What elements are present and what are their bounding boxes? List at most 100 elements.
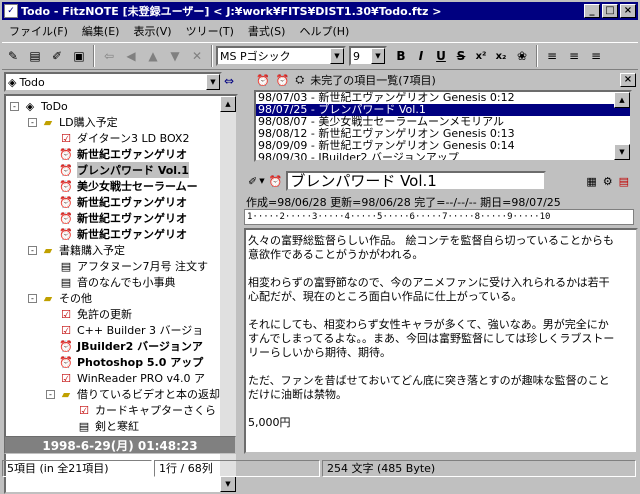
color-icon[interactable]: ❀	[511, 45, 533, 67]
scroll-up-button[interactable]: ▲	[220, 96, 236, 112]
chevron-down-icon[interactable]: ▼	[371, 48, 385, 64]
tree-item[interactable]: ⏰ 新世紀エヴァンゲリオ	[46, 226, 187, 242]
tree-item[interactable]: ⏰ 新世紀エヴァンゲリオ	[46, 146, 187, 162]
menu-file[interactable]: ファイル(F)	[2, 23, 75, 39]
ruler[interactable]: 1·····2·····3·····4·····5·····6·····7···…	[244, 209, 634, 225]
title-bar[interactable]: ✓ Todo - FitzNOTE [未登録ユーザー] < J:¥work¥FI…	[2, 2, 638, 20]
tree-item[interactable]: ▤ 音のなんでも小事典	[46, 274, 176, 290]
font-select[interactable]: MS Pゴシック ▼	[216, 46, 346, 66]
menu-format[interactable]: 書式(S)	[241, 23, 293, 39]
tree-item[interactable]: ⏰ JBuilder2 バージョンア	[46, 338, 203, 354]
alarm-icon: ⏰	[59, 355, 73, 369]
close-list-button[interactable]: ×	[620, 73, 636, 87]
tree-file-select[interactable]: ◈ Todo ▼	[4, 72, 222, 92]
tree-item[interactable]: - ▰ 書籍購入予定	[28, 242, 125, 258]
tree-item[interactable]: ▤ 剣と寒紅	[64, 418, 139, 434]
menu-edit[interactable]: 編集(E)	[75, 23, 127, 39]
alarm-icon[interactable]: ⏰	[269, 175, 283, 188]
delete-icon[interactable]: ✕	[186, 45, 208, 67]
chevron-down-icon[interactable]: ▼	[330, 48, 344, 64]
incomplete-list[interactable]: 98/07/03 - 新世紀エヴァンゲリオン Genesis 0:12 98/07…	[254, 90, 632, 162]
collapse-icon[interactable]: -	[28, 293, 37, 303]
maximize-button[interactable]: □	[602, 4, 618, 18]
close-button[interactable]: ×	[620, 4, 636, 18]
font-value: MS Pゴシック	[220, 50, 291, 63]
minimize-button[interactable]: _	[584, 4, 600, 18]
note-paragraph: それにしても、相変わらず女性キャラが多くて、強いなあ。男が完全にかすんでしまって…	[248, 318, 615, 359]
tree-scrollbar[interactable]: ▲ ▼	[220, 96, 236, 492]
strikethrough-button[interactable]: S	[451, 46, 471, 66]
alarm-icon: ⏰	[59, 211, 73, 225]
window-title: Todo - FitzNOTE [未登録ユーザー] < J:¥work¥FITS…	[21, 5, 442, 18]
settings-icon[interactable]: ⚙	[603, 175, 613, 188]
align-right-icon[interactable]: ≡	[585, 45, 607, 67]
underline-button[interactable]: U	[431, 46, 451, 66]
new-item-icon[interactable]: ✎	[2, 45, 24, 67]
tree-item[interactable]: ☑ C++ Builder 3 バージョ	[46, 322, 203, 338]
menu-tree[interactable]: ツリー(T)	[179, 23, 241, 39]
alarm-icon: ⏰	[275, 73, 290, 87]
menu-view[interactable]: 表示(V)	[126, 23, 178, 39]
chevron-down-icon[interactable]: ▼	[259, 177, 264, 185]
tree-item-label: 免許の更新	[77, 308, 132, 321]
binoculars-icon[interactable]: ⛭	[295, 73, 304, 87]
note-editor[interactable]: 久々の富野総監督らしい作品。 絵コンテを監督自ら切っていることからも意欲作である…	[244, 228, 638, 454]
scroll-up-button[interactable]: ▲	[614, 92, 630, 108]
edit-icon[interactable]: ✐	[46, 45, 68, 67]
tree-item[interactable]: ▤ アフタヌーン7月号 注文す	[46, 258, 208, 274]
tree-item-label: ダイターン3 LD BOX2	[77, 132, 190, 145]
tree-item[interactable]: - ▰ 借りているビデオと本の返却	[46, 386, 220, 402]
tree-item[interactable]: ☑ WinReader PRO v4.0 ア	[46, 370, 205, 386]
tree-item-label: 新世紀エヴァンゲリオ	[77, 228, 187, 241]
tree-item[interactable]: ⏰ 美少女戦士セーラームー	[46, 178, 198, 194]
tree-item[interactable]: ☑ カードキャプターさくら	[64, 402, 216, 418]
tree-item[interactable]: ⏰ Photoshop 5.0 アップ	[46, 354, 203, 370]
document-icon[interactable]: ▤	[619, 175, 629, 188]
scroll-down-button[interactable]: ▼	[220, 476, 236, 492]
tree-item-label: C++ Builder 3 バージョ	[77, 324, 204, 337]
tree-view[interactable]: ▲ ▼ - ◈ ToDo - ▰ LD購入予定 ☑ ダイターン3 LD BOX2 ⏰ 新世紀エヴァ…	[4, 94, 238, 494]
tree-item[interactable]: ⏰ 新世紀エヴァンゲリオ	[46, 194, 187, 210]
font-size-select[interactable]: 9 ▼	[349, 46, 387, 66]
tree-item-label: 新世紀エヴァンゲリオ	[77, 196, 187, 209]
properties-icon[interactable]: ▣	[68, 45, 90, 67]
tree-item[interactable]: - ▰ LD購入予定	[28, 114, 118, 130]
scroll-down-button[interactable]: ▼	[614, 144, 630, 160]
menu-help[interactable]: ヘルプ(H)	[292, 23, 356, 39]
arrow-down-icon[interactable]: ▼	[164, 45, 186, 67]
bold-button[interactable]: B	[391, 46, 411, 66]
tree-item[interactable]: - ▰ その他	[28, 290, 92, 306]
italic-button[interactable]: I	[411, 46, 431, 66]
move-up-icon[interactable]: ⇦	[98, 45, 120, 67]
pen-icon[interactable]: ✐	[248, 175, 257, 188]
folder-icon: ▰	[43, 291, 53, 305]
tree-item[interactable]: ☑ ダイターン3 LD BOX2	[46, 130, 189, 146]
subscript-button[interactable]: x₂	[491, 46, 511, 66]
tree-item[interactable]: ⏰ 新世紀エヴァンゲリオ	[46, 210, 187, 226]
tree-item-label: ブレンパワード Vol.1	[77, 162, 189, 178]
note-paragraph: 久々の富野総監督らしい作品。 絵コンテを監督自ら切っていることからも意欲作である…	[248, 234, 614, 261]
collapse-icon[interactable]: -	[28, 117, 37, 127]
item-title-field[interactable]: ブレンパワード Vol.1	[286, 171, 547, 191]
tree-item[interactable]: ⏰ ブレンパワード Vol.1	[46, 162, 189, 178]
collapse-icon[interactable]: -	[28, 245, 37, 255]
alarm-icon: ⏰	[59, 195, 73, 209]
list-item[interactable]: 98/09/30 - JBuilder2 バージョンアップ	[256, 152, 630, 161]
checklist-icon: ☑	[79, 403, 89, 417]
collapse-icon[interactable]: -	[46, 389, 55, 399]
align-center-icon[interactable]: ≡	[563, 45, 585, 67]
tree-item-label: Photoshop 5.0 アップ	[77, 356, 204, 369]
tree-item[interactable]: ☑ 免許の更新	[46, 306, 132, 322]
align-left-icon[interactable]: ≡	[541, 45, 563, 67]
go-icon[interactable]: ⇔	[224, 74, 234, 88]
app-icon[interactable]: ✓	[4, 4, 18, 18]
chevron-down-icon[interactable]: ▼	[206, 74, 220, 90]
new-folder-icon[interactable]: ▤	[24, 45, 46, 67]
arrow-up-icon[interactable]: ▲	[142, 45, 164, 67]
tree-item[interactable]: - ◈ ToDo	[10, 98, 68, 114]
collapse-icon[interactable]: -	[10, 101, 19, 111]
superscript-button[interactable]: x²	[471, 46, 491, 66]
calendar-icon[interactable]: ▦	[586, 175, 596, 188]
tree-item-label: 音のなんでも小事典	[77, 276, 176, 289]
move-left-icon[interactable]: ◀	[120, 45, 142, 67]
